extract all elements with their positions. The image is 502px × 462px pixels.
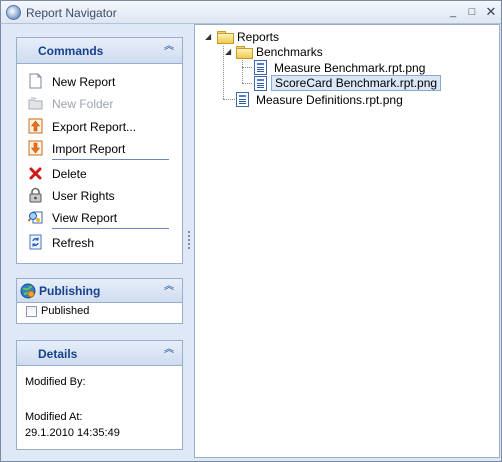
- new-report-label: New Report: [52, 75, 116, 89]
- report-navigator-window: Report Navigator _ □ ✕ Commands ︽ New Re…: [0, 0, 502, 462]
- new-report-command[interactable]: New Report: [17, 71, 182, 91]
- report-file-icon: [254, 76, 267, 91]
- new-report-icon: [29, 73, 42, 89]
- details-panel-header[interactable]: Details ︽: [17, 341, 182, 366]
- view-report-command[interactable]: View Report: [17, 207, 182, 227]
- refresh-command[interactable]: Refresh: [17, 232, 182, 252]
- commands-separator-2: [52, 228, 169, 229]
- minimize-button[interactable]: _: [446, 5, 460, 19]
- details-collapse-icon[interactable]: ︽: [164, 345, 174, 355]
- user-rights-label: User Rights: [52, 189, 115, 203]
- details-panel: Details ︽ Modified By: Modified At: 29.1…: [16, 340, 183, 450]
- window-title: Report Navigator: [26, 6, 117, 20]
- new-folder-icon: [28, 97, 43, 110]
- tree-node-benchmarks[interactable]: ◢ Benchmarks: [199, 44, 339, 60]
- import-report-command[interactable]: Import Report: [17, 138, 182, 158]
- tree-node-measure-benchmark[interactable]: Measure Benchmark.rpt.png: [199, 60, 429, 76]
- details-panel-title: Details: [38, 347, 78, 361]
- expanded-arrow-icon[interactable]: ◢: [225, 47, 231, 56]
- user-rights-command[interactable]: User Rights: [17, 185, 182, 205]
- delete-label: Delete: [52, 167, 87, 181]
- publishing-panel-header[interactable]: Publishing ︽: [17, 279, 182, 303]
- publishing-panel-title: Publishing: [39, 284, 101, 298]
- report-tree[interactable]: ◢ Reports ◢ Benchmarks Measure Benchmark…: [194, 24, 500, 458]
- commands-panel-title: Commands: [38, 44, 104, 58]
- commands-panel: Commands ︽ New Report New Folder Export …: [16, 37, 183, 264]
- import-report-label: Import Report: [52, 142, 126, 156]
- report-file-icon: [236, 92, 249, 107]
- tree-node-label: Measure Benchmark.rpt.png: [274, 61, 426, 75]
- pane-splitter-handle[interactable]: [187, 231, 191, 253]
- view-report-label: View Report: [52, 211, 118, 225]
- tree-node-reports[interactable]: ◢ Reports: [199, 29, 319, 45]
- view-report-icon: [28, 211, 43, 224]
- tree-node-measure-definitions[interactable]: Measure Definitions.rpt.png: [199, 92, 429, 108]
- commands-separator-1: [52, 159, 169, 160]
- close-button[interactable]: ✕: [484, 5, 498, 19]
- published-checkbox[interactable]: [26, 306, 37, 317]
- commands-panel-header[interactable]: Commands ︽: [17, 38, 182, 64]
- export-report-command[interactable]: Export Report...: [17, 116, 182, 136]
- delete-icon: [29, 167, 42, 180]
- user-rights-lock-icon: [29, 187, 42, 203]
- delete-command[interactable]: Delete: [17, 163, 182, 183]
- folder-open-icon: [217, 31, 234, 44]
- new-folder-label: New Folder: [52, 97, 114, 111]
- modified-at-value: 29.1.2010 14:35:49: [25, 427, 120, 439]
- maximize-button[interactable]: □: [465, 5, 479, 19]
- publishing-collapse-icon[interactable]: ︽: [164, 282, 174, 292]
- expanded-arrow-icon[interactable]: ◢: [205, 32, 211, 41]
- tree-node-scorecard-benchmark[interactable]: ScoreCard Benchmark.rpt.png: [199, 75, 442, 92]
- title-bar[interactable]: Report Navigator _ □ ✕: [1, 1, 501, 24]
- commands-collapse-icon[interactable]: ︽: [164, 42, 174, 52]
- export-report-label: Export Report...: [52, 120, 137, 134]
- modified-at-label: Modified At:: [25, 411, 83, 423]
- folder-open-icon: [236, 46, 253, 59]
- tree-node-label: ScoreCard Benchmark.rpt.png: [271, 75, 442, 91]
- refresh-label: Refresh: [52, 236, 95, 250]
- import-report-icon: [28, 140, 43, 156]
- tree-node-label: Benchmarks: [256, 45, 323, 59]
- tree-node-label: Reports: [237, 30, 280, 44]
- publishing-panel: Publishing ︽ Published: [16, 278, 183, 324]
- publishing-globe-icon: [20, 283, 36, 299]
- export-report-icon: [28, 118, 43, 134]
- report-file-icon: [254, 60, 267, 75]
- tree-node-label: Measure Definitions.rpt.png: [256, 93, 403, 107]
- new-folder-command[interactable]: New Folder: [17, 93, 182, 113]
- published-label[interactable]: Published: [41, 305, 89, 317]
- app-logo-icon: [6, 5, 21, 20]
- modified-by-label: Modified By:: [25, 376, 86, 388]
- refresh-icon: [29, 234, 42, 250]
